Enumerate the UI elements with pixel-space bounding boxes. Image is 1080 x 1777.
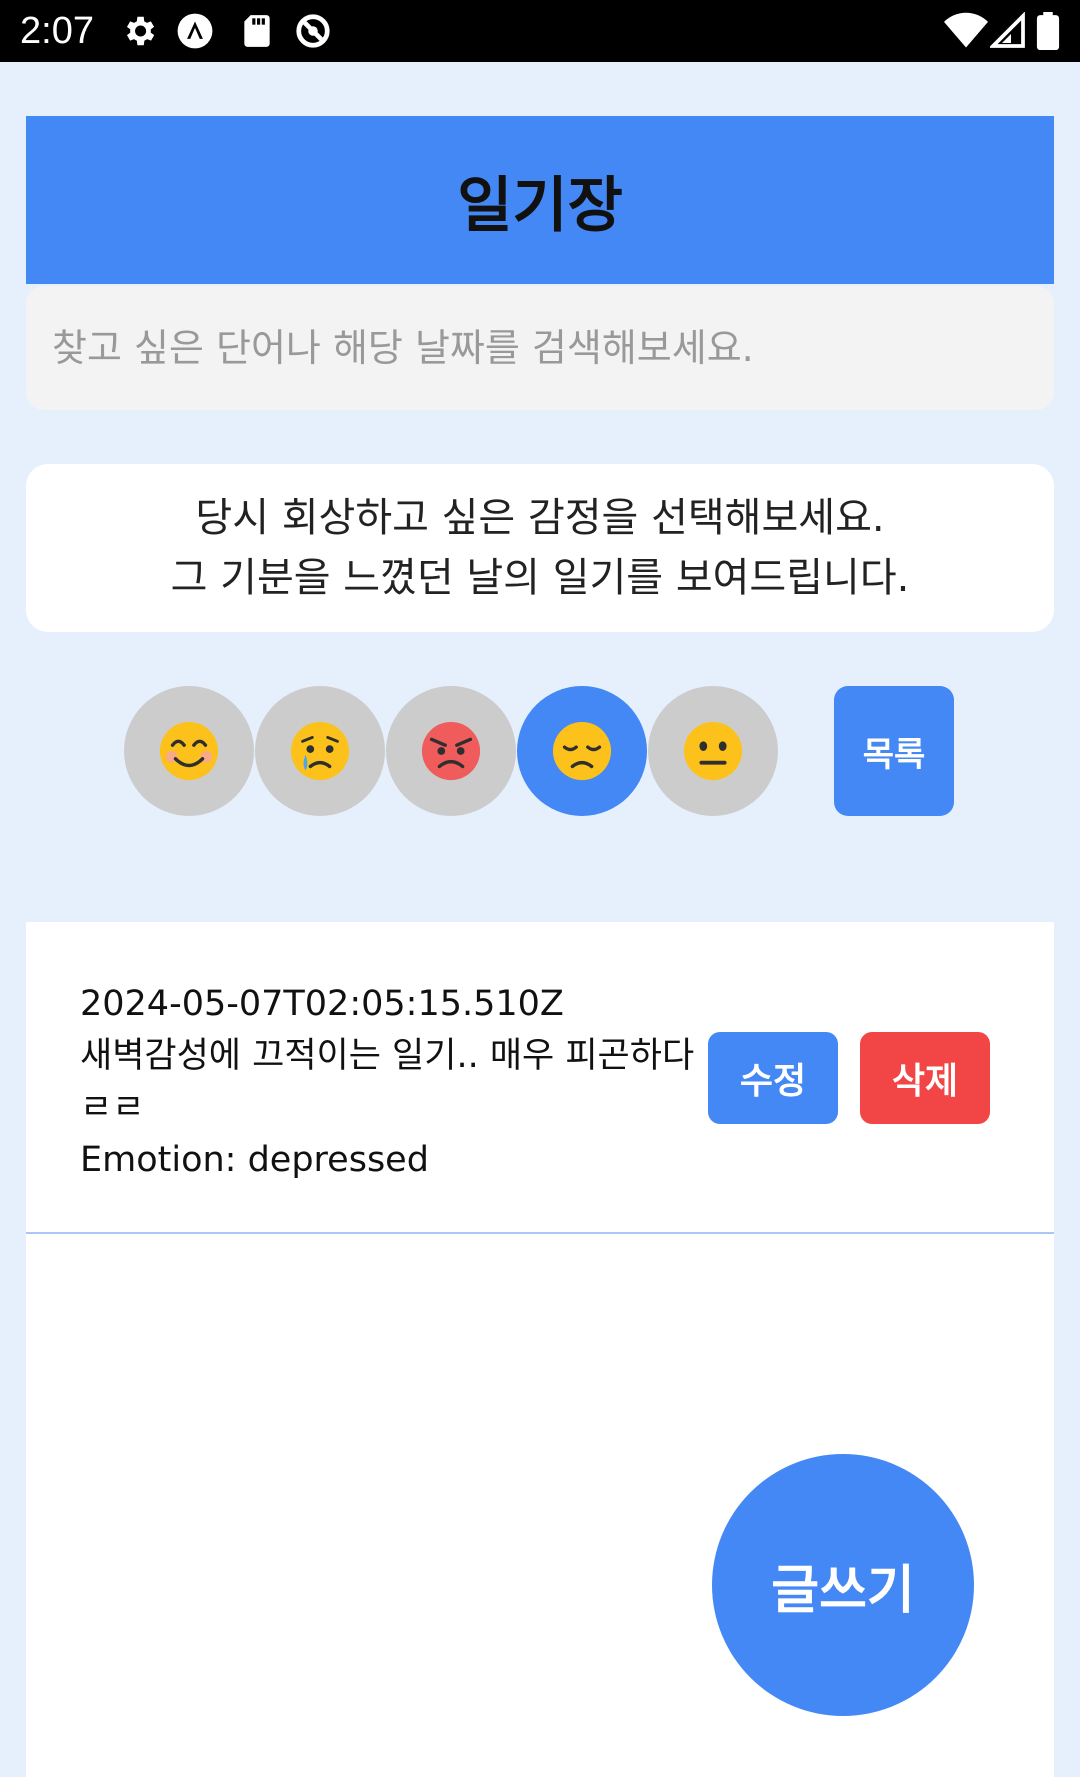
smiling-face-icon xyxy=(159,721,219,781)
write-button[interactable]: 글쓰기 xyxy=(712,1454,974,1716)
angry-face-icon xyxy=(421,721,481,781)
sd-card-icon xyxy=(238,12,276,50)
search-input[interactable] xyxy=(26,286,1054,410)
entry-content: 새벽감성에 끄적이는 일기.. 매우 피곤하다ㄹㄹ xyxy=(80,1036,695,1128)
page-title: 일기장 xyxy=(457,170,623,241)
emotion-prompt-card: 당시 회상하고 싶은 감정을 선택해보세요. 그 기분을 느꼈던 날의 일기를 … xyxy=(26,464,1054,632)
signal-icon xyxy=(988,11,1028,50)
disappointed-face-icon xyxy=(552,721,612,781)
android-auto-icon xyxy=(176,12,214,50)
delete-button[interactable]: 삭제 xyxy=(860,1032,990,1124)
blocked-icon xyxy=(294,12,332,50)
crying-face-icon xyxy=(290,721,350,781)
prompt-line-1: 당시 회상하고 싶은 감정을 선택해보세요. xyxy=(195,495,885,541)
neutral-face-icon xyxy=(683,721,743,781)
wifi-icon xyxy=(944,12,988,50)
status-bar: 2:07 xyxy=(0,0,1080,62)
emotion-button-depressed[interactable] xyxy=(517,686,647,816)
list-button[interactable]: 목록 xyxy=(834,686,954,816)
edit-button[interactable]: 수정 xyxy=(708,1032,838,1124)
emotion-button-neutral[interactable] xyxy=(648,686,778,816)
emotion-button-happy[interactable] xyxy=(124,686,254,816)
app-header: 일기장 xyxy=(26,116,1054,284)
entry-emotion: Emotion: depressed xyxy=(80,1140,429,1180)
battery-icon xyxy=(1036,12,1060,50)
emotion-button-angry[interactable] xyxy=(386,686,516,816)
emotion-button-sad[interactable] xyxy=(255,686,385,816)
list-item: 2024-05-07T02:05:15.510Z 새벽감성에 끄적이는 일기..… xyxy=(26,922,1054,1234)
status-time: 2:07 xyxy=(20,10,94,52)
entry-date: 2024-05-07T02:05:15.510Z xyxy=(80,984,564,1024)
gear-icon xyxy=(120,12,158,50)
prompt-line-2: 그 기분을 느꼈던 날의 일기를 보여드립니다. xyxy=(170,555,910,601)
entry-text: 2024-05-07T02:05:15.510Z 새벽감성에 끄적이는 일기..… xyxy=(80,978,710,1186)
